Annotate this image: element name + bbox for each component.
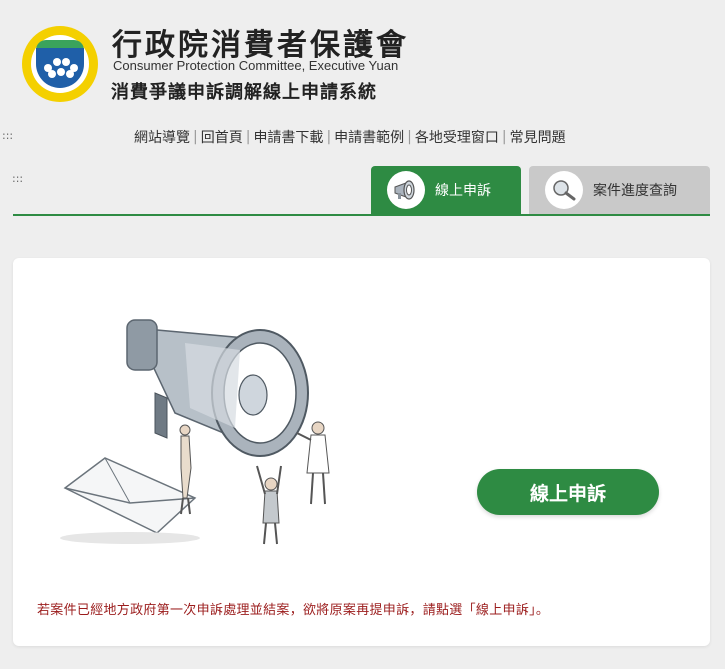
resubmission-notice: 若案件已經地方政府第一次申訴處理並結案，欲將原案再提申訴，請點選「線上申訴」。: [37, 603, 550, 618]
nav-separator: |: [501, 129, 507, 145]
nav-faq[interactable]: 常見問題: [510, 127, 566, 147]
nav-local-offices[interactable]: 各地受理窗口: [415, 127, 499, 147]
magnifier-icon: [545, 171, 583, 209]
nav-separator: |: [245, 129, 251, 145]
nav-form-download[interactable]: 申請書下載: [253, 127, 323, 147]
main-card: 線上申訴 若案件已經地方政府第一次申訴處理並結案，欲將原案再提申訴，請點選「線上…: [13, 258, 710, 646]
tabs-underline: [13, 214, 710, 216]
accesskey-top[interactable]: :::: [2, 129, 13, 142]
accesskey-main[interactable]: :::: [12, 172, 23, 185]
tab-case-progress[interactable]: 案件進度查詢: [529, 166, 710, 214]
nav-sitemap[interactable]: 網站導覽: [134, 127, 190, 147]
org-name-en: Consumer Protection Committee, Executive…: [113, 58, 399, 73]
tab-case-progress-label: 案件進度查詢: [593, 183, 677, 199]
site-header: 行政院消費者保護會 Consumer Protection Committee,…: [0, 0, 725, 120]
nav-form-example[interactable]: 申請書範例: [334, 127, 404, 147]
tab-online-complaint-label: 線上申訴: [435, 183, 491, 199]
nav-home[interactable]: 回首頁: [201, 127, 243, 147]
top-navigation: 網站導覽 | 回首頁 | 申請書下載 | 申請書範例 | 各地受理窗口 | 常見…: [134, 127, 566, 147]
tab-online-complaint[interactable]: 線上申訴: [371, 166, 521, 214]
consumer-protection-logo[interactable]: [22, 26, 98, 102]
megaphone-icon: [387, 171, 425, 209]
nav-separator: |: [407, 129, 412, 145]
megaphone-icon: [126, 319, 309, 457]
megaphone-illustration: [35, 298, 365, 558]
system-name: 消費爭議申訴調解線上申請系統: [111, 82, 377, 103]
online-complaint-button[interactable]: 線上申訴: [477, 469, 659, 515]
nav-separator: |: [326, 129, 332, 145]
envelope-icon: [60, 457, 200, 544]
nav-separator: |: [193, 129, 198, 145]
